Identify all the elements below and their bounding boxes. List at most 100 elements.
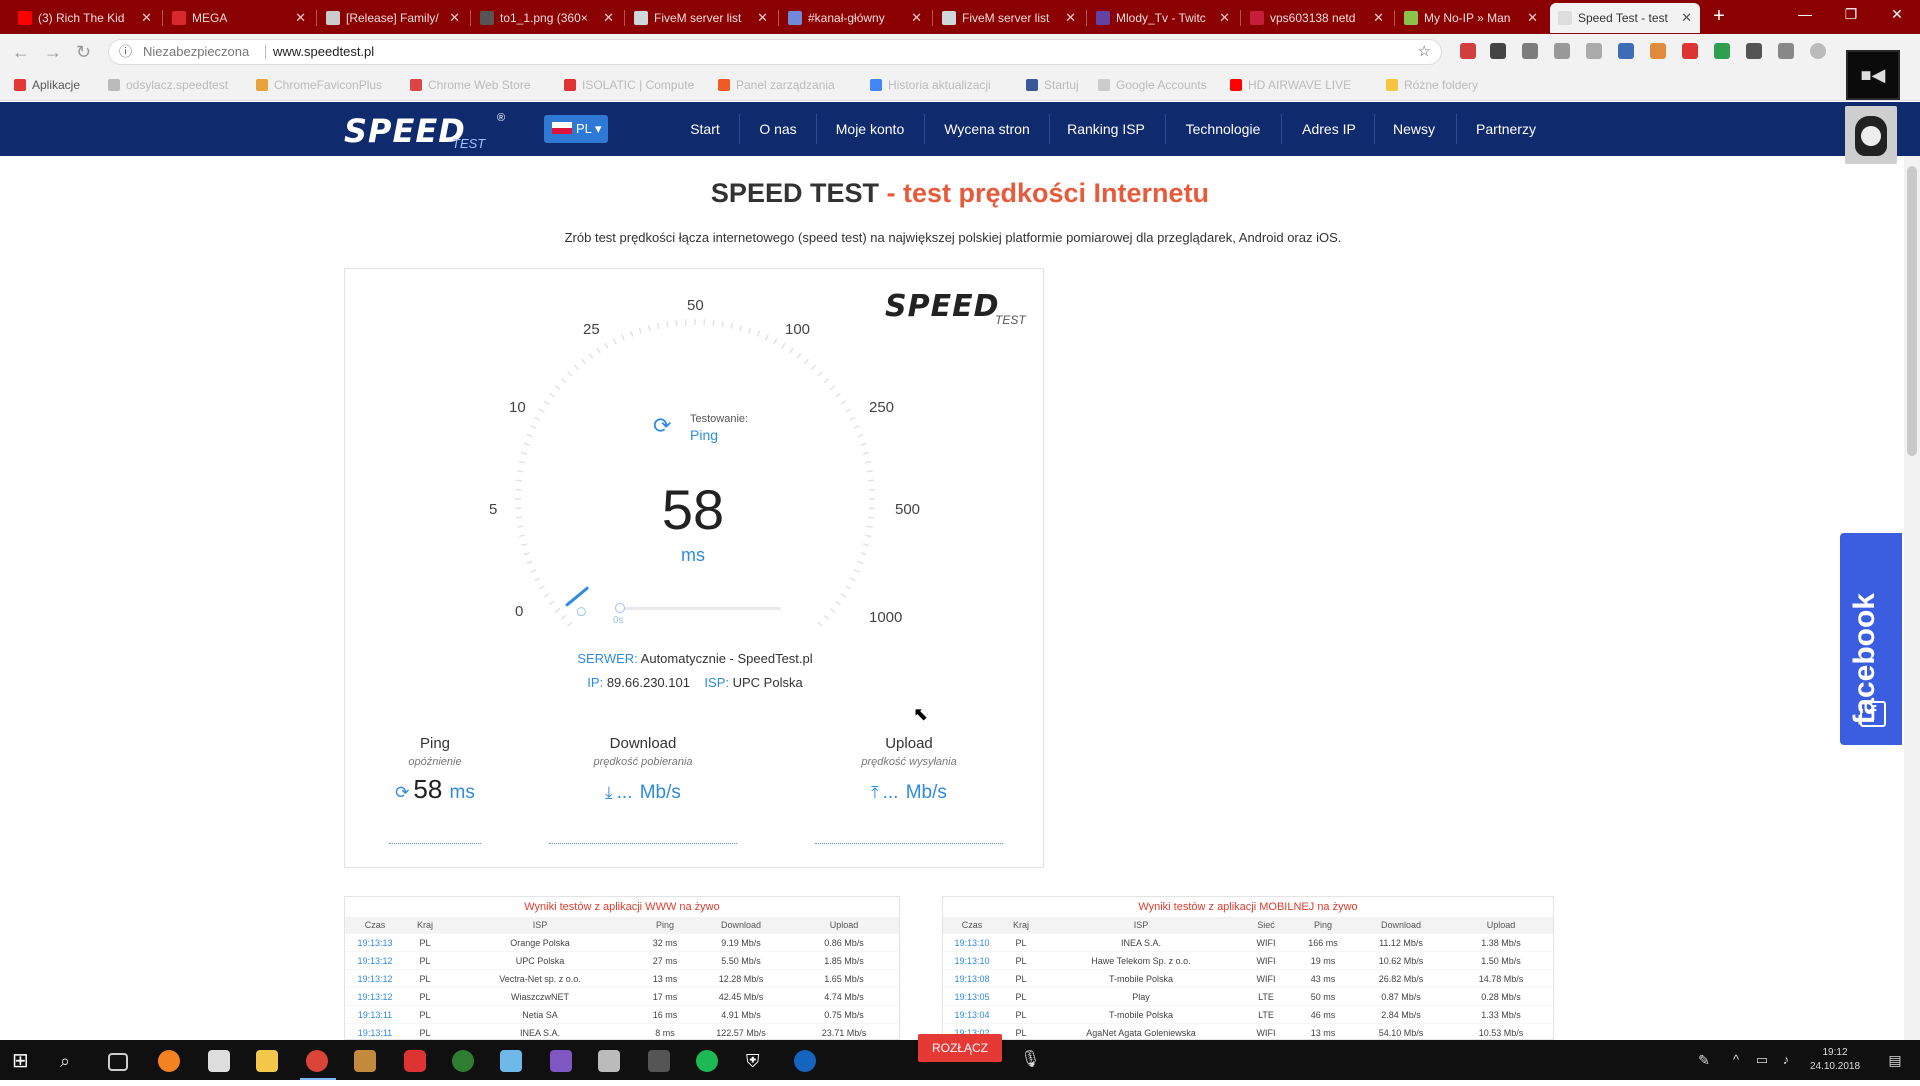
browser-tab[interactable]: Mlody_Tv - Twitc✕ — [1088, 3, 1238, 33]
tab-close-icon[interactable]: ✕ — [757, 10, 768, 26]
bookmark-item[interactable]: HD AIRWAVE LIVE — [1230, 70, 1351, 100]
nav-item[interactable]: O nas — [754, 102, 802, 156]
table-cell[interactable]: 19:13:13 — [345, 934, 405, 952]
extension-icon[interactable] — [1682, 43, 1698, 59]
extension-icon[interactable] — [1650, 43, 1666, 59]
language-select[interactable]: PL ▾ — [544, 115, 608, 143]
reload-icon[interactable]: ↻ — [76, 42, 91, 63]
extension-icon[interactable] — [1586, 43, 1602, 59]
nav-item[interactable]: Partnerzy — [1470, 102, 1542, 156]
nav-item[interactable]: Start — [686, 102, 724, 156]
table-cell[interactable]: 19:13:11 — [345, 1006, 405, 1024]
app-icon[interactable] — [500, 1050, 522, 1072]
nav-item[interactable]: Wycena stron — [938, 102, 1036, 156]
network-icon[interactable]: ▭ — [1750, 1040, 1774, 1080]
extension-icon[interactable] — [1522, 43, 1538, 59]
tab-close-icon[interactable]: ✕ — [603, 10, 614, 26]
facebook-widget-tab[interactable]: facebook f — [1840, 533, 1902, 745]
extension-icon[interactable] — [1490, 43, 1506, 59]
close-window-button[interactable]: ✕ — [1874, 0, 1920, 28]
task-view-icon[interactable] — [108, 1053, 128, 1071]
bookmark-item[interactable]: Panel zarządzania — [718, 70, 835, 100]
tab-close-icon[interactable]: ✕ — [1065, 10, 1076, 26]
table-cell[interactable]: 19:13:10 — [943, 952, 1001, 970]
browser-tab[interactable]: [Release] Family/✕ — [318, 3, 468, 33]
new-tab-button[interactable]: + — [1708, 6, 1730, 26]
app-icon[interactable] — [452, 1050, 474, 1072]
table-cell[interactable]: 19:13:12 — [345, 970, 405, 988]
browser-tab[interactable]: (3) Rich The Kid✕ — [10, 3, 160, 33]
disconnect-button[interactable]: ROZŁĄCZ — [918, 1034, 1002, 1062]
app-icon[interactable] — [794, 1050, 816, 1072]
extension-icon[interactable] — [1460, 43, 1476, 59]
file-explorer-icon[interactable] — [256, 1050, 278, 1072]
nav-item[interactable]: Newsy — [1386, 102, 1442, 156]
app-icon[interactable] — [158, 1050, 180, 1072]
pen-icon[interactable]: ✎ — [1694, 1040, 1714, 1080]
volume-icon[interactable]: ♪ — [1776, 1040, 1796, 1080]
tab-close-icon[interactable]: ✕ — [295, 10, 306, 26]
app-icon[interactable] — [354, 1050, 376, 1072]
bookmark-item[interactable]: Różne foldery — [1386, 70, 1478, 100]
browser-tab[interactable]: to1_1.png (360×✕ — [472, 3, 622, 33]
clock[interactable]: 19:12 24.10.2018 — [1800, 1040, 1870, 1086]
bookmark-item[interactable]: Chrome Web Store — [410, 70, 531, 100]
shield-icon[interactable]: ⛨ — [746, 1050, 768, 1072]
app-icon[interactable] — [208, 1050, 230, 1072]
browser-tab[interactable]: My No-IP » Man✕ — [1396, 3, 1546, 33]
table-cell[interactable]: 19:13:12 — [345, 988, 405, 1006]
extension-icon[interactable] — [1618, 43, 1634, 59]
tab-close-icon[interactable]: ✕ — [1527, 10, 1538, 26]
notification-icon[interactable]: ▤ — [1880, 1040, 1910, 1080]
table-cell[interactable]: 19:13:11 — [345, 1024, 405, 1041]
browser-tab[interactable]: Speed Test - test✕ — [1550, 3, 1700, 33]
tab-close-icon[interactable]: ✕ — [449, 10, 460, 26]
browser-tab[interactable]: FiveM server list✕ — [934, 3, 1084, 33]
browser-tab[interactable]: FiveM server list✕ — [626, 3, 776, 33]
microphone-icon[interactable]: 🎙 — [1020, 1040, 1040, 1080]
tab-close-icon[interactable]: ✕ — [1373, 10, 1384, 26]
tab-close-icon[interactable]: ✕ — [141, 10, 152, 26]
table-cell[interactable]: 19:13:08 — [943, 970, 1001, 988]
back-icon[interactable]: ← — [12, 42, 30, 63]
bookmark-item[interactable]: ChromeFaviconPlus — [256, 70, 382, 100]
tab-close-icon[interactable]: ✕ — [1681, 10, 1692, 26]
url-text[interactable]: www.speedtest.pl — [273, 40, 374, 64]
server-value[interactable]: Automatycznie - SpeedTest.pl — [641, 651, 813, 666]
app-icon[interactable] — [550, 1050, 572, 1072]
nav-item[interactable]: Moje konto — [830, 102, 910, 156]
app-icon[interactable] — [598, 1050, 620, 1072]
spotify-icon[interactable] — [696, 1050, 718, 1072]
table-cell[interactable]: 19:13:04 — [943, 1006, 1001, 1024]
app-icon[interactable] — [648, 1050, 670, 1072]
bookmark-item[interactable]: ISOLATIC | Compute — [564, 70, 694, 100]
app-icon[interactable] — [404, 1050, 426, 1072]
bookmark-item[interactable]: odsylacz.speedtest — [108, 70, 228, 100]
minimize-button[interactable]: — — [1782, 0, 1828, 28]
nav-item[interactable]: Technologie — [1180, 102, 1266, 156]
bookmark-item[interactable]: Google Accounts — [1098, 70, 1207, 100]
tab-close-icon[interactable]: ✕ — [1219, 10, 1230, 26]
table-cell[interactable]: 19:13:10 — [943, 934, 1001, 952]
browser-tab[interactable]: vps603138 netd✕ — [1242, 3, 1392, 33]
chrome-icon[interactable] — [306, 1050, 328, 1072]
profile-icon[interactable] — [1810, 43, 1826, 59]
extension-icon[interactable] — [1714, 43, 1730, 59]
site-logo[interactable]: SPEED — [344, 112, 466, 150]
forward-icon[interactable]: → — [44, 42, 62, 63]
apps-bookmark[interactable]: Aplikacje — [14, 70, 80, 100]
table-cell[interactable]: 19:13:12 — [345, 952, 405, 970]
browser-tab[interactable]: MEGA✕ — [164, 3, 314, 33]
restore-button[interactable]: ❐ — [1828, 0, 1874, 28]
windows-start-icon[interactable]: ⊞ — [12, 1050, 34, 1072]
info-icon[interactable]: ⓘ — [119, 40, 132, 64]
bookmark-item[interactable]: Historia aktualizacji — [870, 70, 991, 100]
browser-tab[interactable]: #kanał-główny✕ — [780, 3, 930, 33]
table-cell[interactable]: 19:13:05 — [943, 988, 1001, 1006]
chevron-up-icon[interactable]: ^ — [1726, 1040, 1746, 1080]
address-bar[interactable]: ⓘ Niezabezpieczona www.speedtest.pl ☆ — [108, 39, 1442, 65]
search-icon[interactable]: ⌕ — [60, 1050, 82, 1072]
bookmark-item[interactable]: Startuj — [1026, 70, 1079, 100]
scrollbar-thumb[interactable] — [1907, 166, 1917, 456]
extension-icon[interactable] — [1746, 43, 1762, 59]
